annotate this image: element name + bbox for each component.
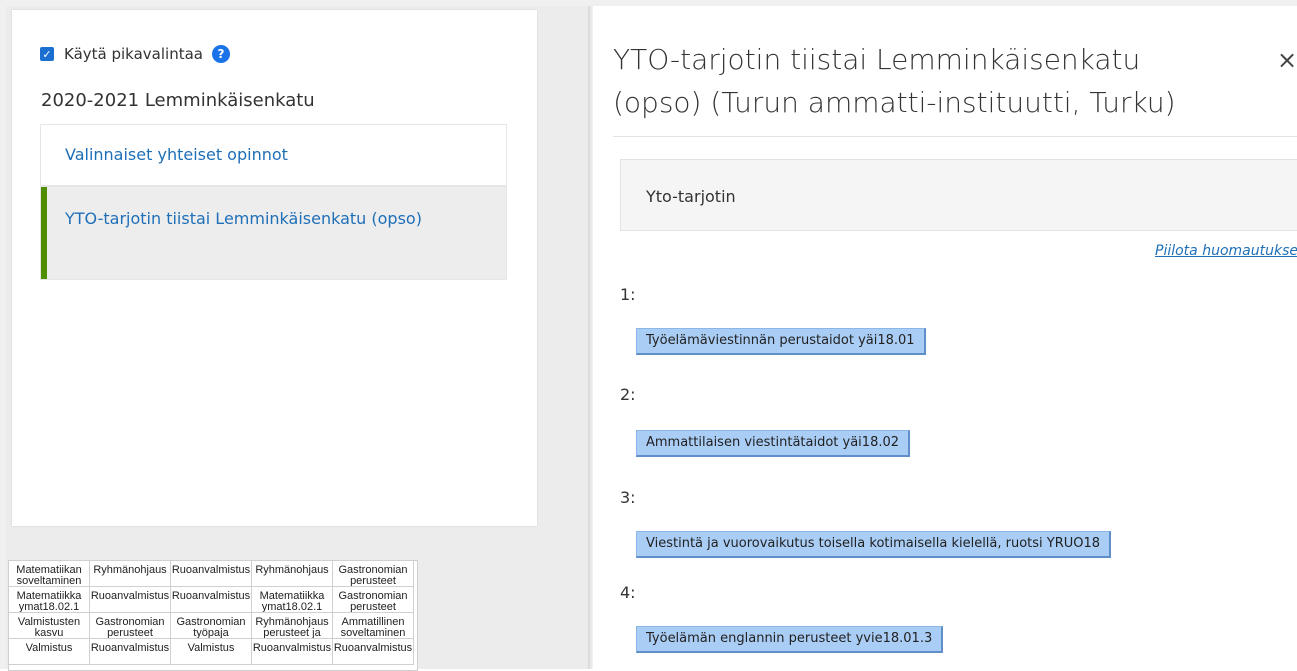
quick-select-checkbox[interactable]: ✓ — [40, 47, 54, 61]
mini-timetable-cell[interactable]: Gastronomian työpaja — [171, 613, 252, 639]
mini-timetable-cell[interactable]: Valmistus — [9, 639, 90, 665]
mini-timetable-cell[interactable]: Ruoanvalmistus — [171, 561, 252, 587]
quick-select-row: ✓ Käytä pikavalintaa ? — [40, 42, 230, 66]
mini-timetable-cell[interactable]: Ammatillinen soveltaminen — [333, 613, 414, 639]
mini-timetable-cell[interactable]: Gastronomian perusteet — [90, 613, 171, 639]
section-header: Yto-tarjotin — [620, 159, 1297, 231]
slot-label: 2: — [620, 385, 636, 404]
nav-item-optional-common-studies[interactable]: Valinnaiset yhteiset opinnot — [41, 125, 506, 187]
mini-timetable-cell[interactable]: Ruoanvalmistus — [171, 587, 252, 613]
mini-timetable-cell[interactable]: Ruoanvalmistus — [90, 587, 171, 613]
close-icon[interactable]: × — [1277, 46, 1297, 74]
mini-timetable-cell[interactable]: Ryhmänohjaus perusteet ja — [252, 613, 333, 639]
mini-timetable-cell[interactable]: Matematiikka ymat18.02.1 — [9, 587, 90, 613]
mini-timetable-cell[interactable]: Ruoanvalmistus — [333, 639, 414, 665]
mini-timetable-cell[interactable]: Matematiikka ymat18.02.1 — [252, 587, 333, 613]
nav-item-label: Valinnaiset yhteiset opinnot — [65, 145, 288, 164]
title-divider — [613, 136, 1297, 137]
hide-notes-link[interactable]: Piilota huomautukset — [1155, 243, 1297, 259]
quick-select-label[interactable]: Käytä pikavalintaa — [64, 45, 203, 63]
nav-item-yto-tuesday[interactable]: YTO-tarjotin tiistai Lemminkäisenkatu (o… — [41, 187, 506, 279]
mini-timetable-cell[interactable]: Valmistus — [171, 639, 252, 665]
course-button[interactable]: Viestintä ja vuorovaikutus toisella koti… — [636, 531, 1112, 558]
section-title: Yto-tarjotin — [646, 187, 736, 206]
panel-title: YTO-tarjotin tiistai Lemminkäisenkatu (o… — [613, 43, 1176, 119]
mini-timetable-cell[interactable]: Matematiikan soveltaminen ymat18.02.1 — [9, 561, 90, 587]
slot-label: 4: — [620, 583, 636, 602]
course-button[interactable]: Ammattilaisen viestintätaidot yäi18.02 — [636, 430, 911, 457]
mini-timetable-cell[interactable]: Ryhmänohjaus — [90, 561, 171, 587]
course-button[interactable]: Työelämän englannin perusteet yvie18.01.… — [636, 626, 944, 653]
period-title: 2020-2021 Lemminkäisenkatu — [41, 90, 315, 111]
help-icon[interactable]: ? — [211, 45, 230, 63]
mini-timetable-cell[interactable]: Ryhmänohjaus — [252, 561, 333, 587]
details-panel: YTO-tarjotin tiistai Lemminkäisenkatu (o… — [593, 6, 1297, 669]
slot-label: 1: — [620, 285, 636, 304]
nav-item-label: YTO-tarjotin tiistai Lemminkäisenkatu (o… — [65, 209, 422, 228]
mini-timetable-cell[interactable]: Gastronomian perusteet — [333, 587, 414, 613]
mini-timetable: Matematiikan soveltaminen ymat18.02.1 Ry… — [8, 560, 418, 671]
mini-timetable-cell[interactable]: Gastronomian perusteet — [333, 561, 414, 587]
slot-label: 3: — [620, 488, 636, 507]
offering-nav-list: Valinnaiset yhteiset opinnot YTO-tarjoti… — [40, 124, 507, 280]
mini-timetable-cell[interactable]: Valmistusten kasvu — [9, 613, 90, 639]
course-button[interactable]: Työelämäviestinnän perustaidot yäi18.01 — [636, 328, 926, 355]
mini-timetable-cell[interactable]: Ruoanvalmistus — [252, 639, 333, 665]
mini-timetable-cell[interactable]: Ruoanvalmistus — [90, 639, 171, 665]
